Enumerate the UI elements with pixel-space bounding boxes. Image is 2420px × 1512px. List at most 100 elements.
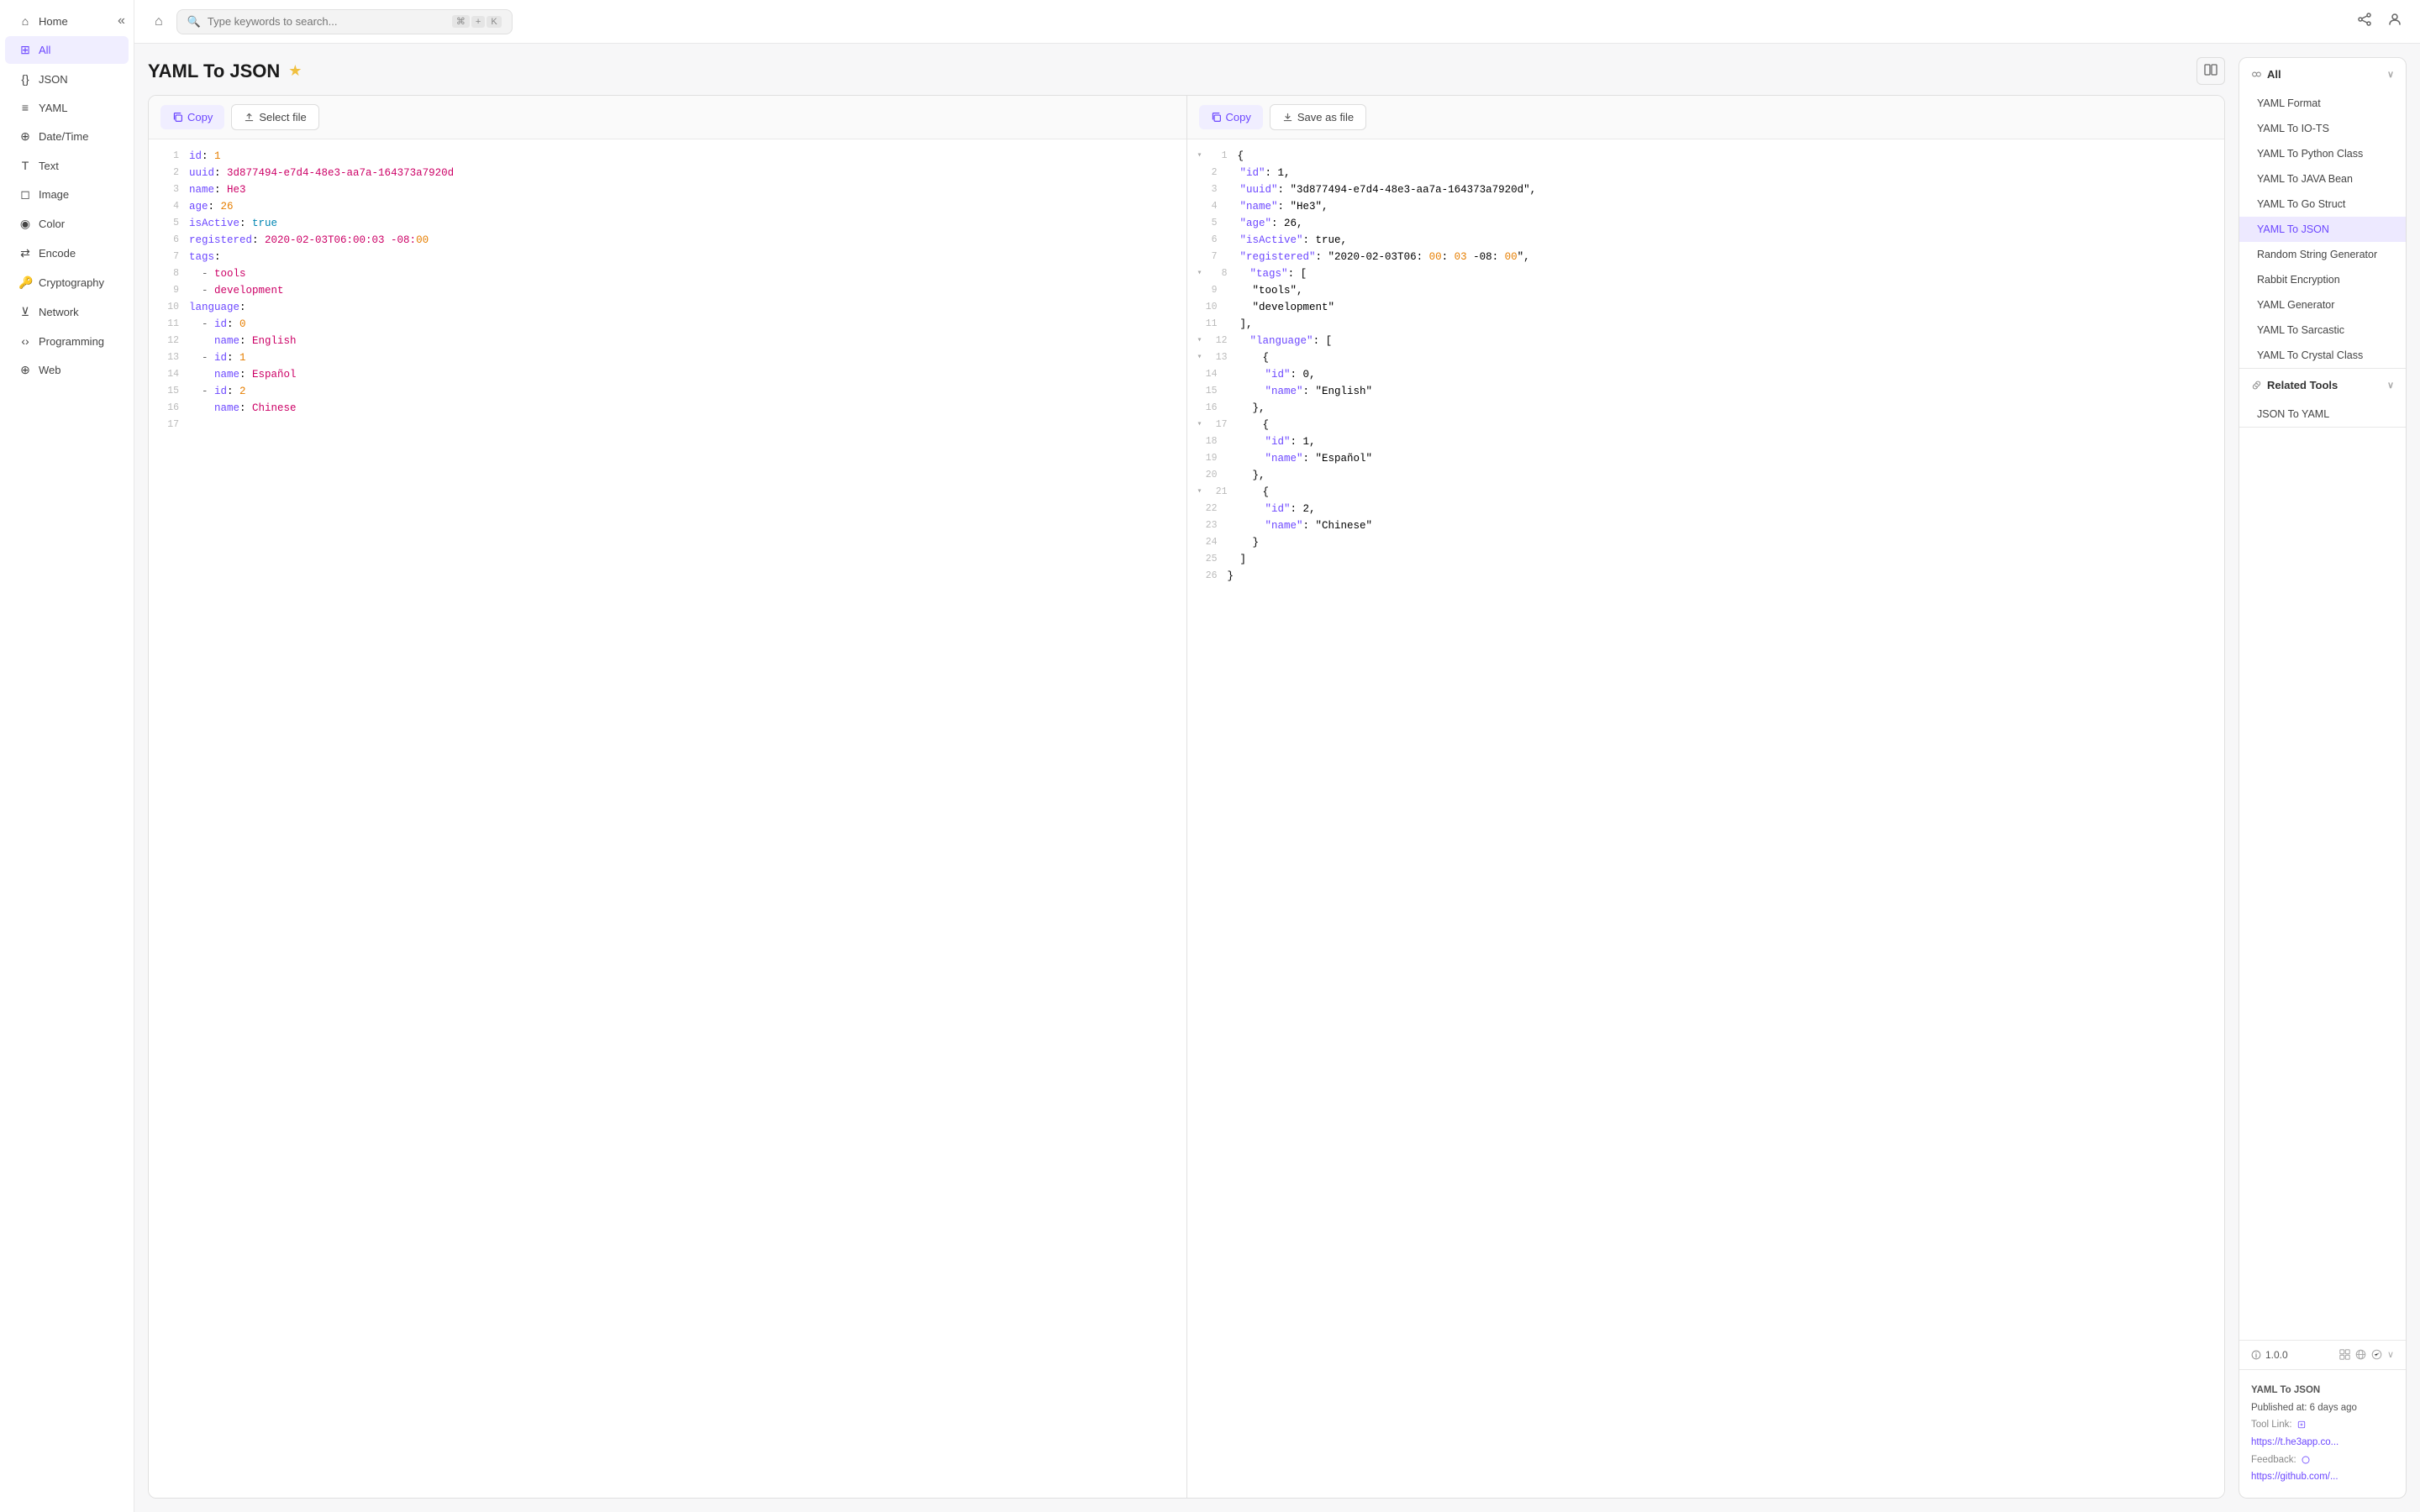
sidebar-item-home[interactable]: ⌂ Home	[5, 8, 129, 34]
select-file-button[interactable]: Select file	[231, 104, 318, 130]
sidebar-right-item-yaml-to-python-class[interactable]: YAML To Python Class	[2239, 141, 2406, 166]
sidebar-item-programming[interactable]: ‹› Programming	[5, 328, 129, 354]
yaml-punct: :	[208, 201, 221, 213]
sidebar-item-network[interactable]: ⊻ Network	[5, 298, 129, 326]
yaml-copy-button[interactable]: Copy	[160, 105, 224, 129]
programming-icon: ‹›	[18, 334, 32, 348]
table-row: 2uuid: 3d877494-e7d4-48e3-aa7a-164373a79…	[149, 165, 1186, 181]
sidebar-right-item-yaml-format[interactable]: YAML Format	[2239, 91, 2406, 116]
collapse-arrow[interactable]: ▾	[1197, 150, 1202, 163]
json-copy-button[interactable]: Copy	[1199, 105, 1263, 129]
json-key: "language"	[1250, 335, 1313, 347]
search-input[interactable]	[208, 15, 445, 28]
sidebar-right-item-yaml-to-io-ts[interactable]: YAML To IO-TS	[2239, 116, 2406, 141]
line-number: 4	[159, 198, 179, 214]
collapse-arrow[interactable]: ▾	[1197, 267, 1202, 281]
sidebar-right-item-yaml-to-java-bean[interactable]: YAML To JAVA Bean	[2239, 166, 2406, 192]
sidebar-right-item-yaml-to-json[interactable]: YAML To JSON	[2239, 217, 2406, 242]
line-number: 11	[1197, 316, 1218, 332]
kbd-cmd: ⌘	[452, 15, 470, 28]
collapse-arrow[interactable]: ▾	[1197, 334, 1202, 348]
line-number: 17	[1207, 417, 1228, 433]
table-row: 8 - tools	[149, 265, 1186, 282]
related-item-json-to-yaml[interactable]: JSON To YAML	[2239, 402, 2406, 427]
split-view-button[interactable]	[2196, 57, 2225, 85]
sidebar-item-encode[interactable]: ⇄ Encode	[5, 239, 129, 267]
yaml-key: registered	[189, 234, 252, 246]
all-tools-header[interactable]: All ∨	[2239, 58, 2406, 91]
feedback-link[interactable]: https://github.com/...	[2251, 1472, 2338, 1482]
sidebar-item-datetime[interactable]: ⊕ Date/Time	[5, 123, 129, 150]
line-number: 19	[1197, 450, 1218, 466]
save-as-file-button[interactable]: Save as file	[1270, 104, 1366, 130]
collapse-arrow[interactable]: ▾	[1197, 351, 1202, 365]
sidebar-right-item-rabbit-encryption[interactable]: Rabbit Encryption	[2239, 267, 2406, 292]
line-number: 12	[159, 333, 179, 349]
line-content: },	[1228, 467, 2215, 484]
line-content: }	[1228, 534, 2215, 551]
collapse-sidebar-button[interactable]: «	[118, 13, 125, 29]
sidebar-item-label: Web	[39, 364, 61, 376]
line-content: name: English	[189, 333, 1176, 349]
link-icon-small	[2297, 1420, 2306, 1429]
collapse-arrow[interactable]: ▾	[1197, 418, 1202, 432]
yaml-code-editor[interactable]: 1id: 12uuid: 3d877494-e7d4-48e3-aa7a-164…	[149, 139, 1186, 1498]
home-button[interactable]: ⌂	[148, 11, 170, 33]
line-content: "development"	[1228, 299, 2215, 316]
sidebar-right-item-yaml-generator[interactable]: YAML Generator	[2239, 292, 2406, 318]
sidebar-item-label: YAML	[39, 102, 67, 114]
line-content: {	[1238, 417, 2214, 433]
sidebar-right-item-random-string-generator[interactable]: Random String Generator	[2239, 242, 2406, 267]
favorite-button[interactable]: ★	[288, 62, 302, 80]
sidebar-right-item-yaml-to-go-struct[interactable]: YAML To Go Struct	[2239, 192, 2406, 217]
line-content: "registered": "2020-02-03T06: 00: 03 -08…	[1228, 249, 2215, 265]
table-row: 25 ]	[1187, 551, 2225, 568]
line-number: 13	[159, 349, 179, 365]
json-code-editor[interactable]: ▾1{2 "id": 1,3 "uuid": "3d877494-e7d4-48…	[1187, 139, 2225, 1498]
sidebar-item-label: YAML To JSON	[2257, 223, 2329, 235]
yaml-number: 2	[239, 386, 246, 397]
line-content: "uuid": "3d877494-e7d4-48e3-aa7a-164373a…	[1228, 181, 2215, 198]
sidebar-item-label: YAML Generator	[2257, 299, 2334, 311]
version-info: 1.0.0	[2251, 1349, 2288, 1361]
sidebar-item-label: JSON	[39, 73, 68, 86]
yaml-value: Español	[252, 369, 297, 381]
sidebar-item-yaml[interactable]: ≡ YAML	[5, 94, 129, 121]
sidebar-item-all[interactable]: ⊞ All	[5, 36, 129, 64]
sidebar-item-web[interactable]: ⊕ Web	[5, 356, 129, 384]
color-icon: ◉	[18, 217, 32, 231]
yaml-punct	[189, 335, 214, 347]
line-number: 22	[1197, 501, 1218, 517]
all-tools-list: YAML FormatYAML To IO-TSYAML To Python C…	[2239, 91, 2406, 368]
web-icon: ⊕	[18, 363, 32, 377]
sidebar-right-item-yaml-to-crystal-class[interactable]: YAML To Crystal Class	[2239, 343, 2406, 368]
collapse-arrow[interactable]: ▾	[1197, 486, 1202, 499]
sidebar-right-item-yaml-to-sarcastic[interactable]: YAML To Sarcastic	[2239, 318, 2406, 343]
yaml-bool: true	[252, 218, 277, 229]
share-button[interactable]	[2353, 8, 2376, 35]
json-number: 03	[1455, 251, 1467, 263]
yaml-icon: ≡	[18, 101, 32, 114]
json-icon: {}	[18, 72, 32, 86]
yaml-value: He3	[227, 184, 246, 196]
editors-container: Copy Select file 1id: 12uuid: 3d877494-e…	[148, 95, 2225, 1499]
table-row: 2 "id": 1,	[1187, 165, 2225, 181]
json-output-panel: Copy Save as file ▾1{2 "id": 1,3 "uuid":…	[1186, 96, 2225, 1498]
line-number: 1	[1207, 148, 1228, 164]
split-view-icon	[2204, 63, 2217, 76]
sidebar-item-json[interactable]: {} JSON	[5, 66, 129, 92]
related-tools-header[interactable]: Related Tools ∨	[2239, 369, 2406, 402]
tool-link[interactable]: https://t.he3app.co...	[2251, 1437, 2338, 1447]
user-button[interactable]	[2383, 8, 2407, 35]
sidebar-item-text[interactable]: T Text	[5, 152, 129, 179]
yaml-key: name	[214, 369, 239, 381]
sidebar-item-label: Encode	[39, 247, 76, 260]
table-row: 18 "id": 1,	[1187, 433, 2225, 450]
copy-icon	[172, 112, 183, 123]
yaml-dash: -	[189, 285, 214, 297]
sidebar-item-image[interactable]: ◻ Image	[5, 181, 129, 208]
table-row: 3name: He3	[149, 181, 1186, 198]
sidebar-item-color[interactable]: ◉ Color	[5, 210, 129, 238]
yaml-value: 3d877494-e7d4-48e3-aa7a-164373a7920d	[227, 167, 454, 179]
sidebar-item-cryptography[interactable]: 🔑 Cryptography	[5, 269, 129, 297]
